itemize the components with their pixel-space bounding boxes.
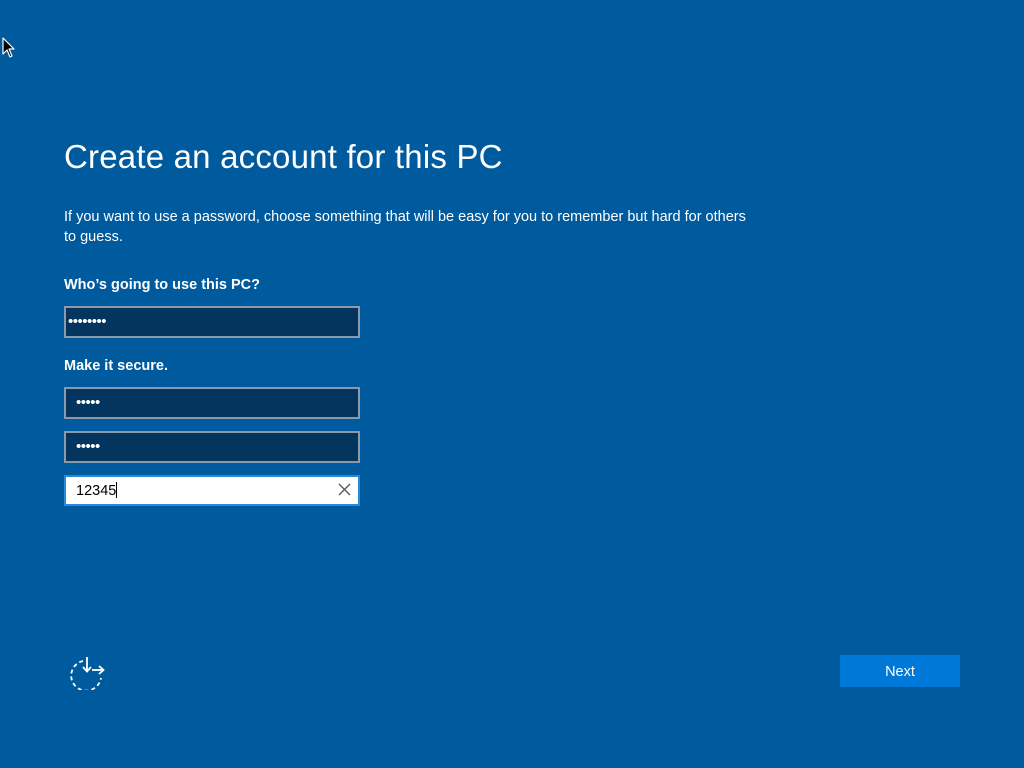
user-name-label: Who’s going to use this PC? [64, 277, 261, 293]
password-hint-field[interactable]: 12345 [64, 475, 360, 506]
make-it-secure-label: Make it secure. [64, 358, 168, 374]
password-confirm-field[interactable]: ••••• [64, 431, 360, 463]
text-caret [116, 482, 118, 498]
next-button[interactable]: Next [840, 655, 960, 687]
ease-of-access-icon[interactable] [68, 654, 108, 690]
password-confirm-value: ••••• [76, 438, 100, 455]
page-description: If you want to use a password, choose so… [64, 209, 746, 245]
username-value: •••••••• [68, 313, 107, 330]
password-hint-value: 12345 [76, 483, 117, 499]
close-icon[interactable] [334, 480, 354, 500]
password-value: ••••• [76, 394, 100, 411]
password-hint-input-row: 12345 [76, 482, 118, 500]
mouse-pointer-icon [2, 37, 15, 58]
page-title: Create an account for this PC [64, 138, 503, 175]
password-field[interactable]: ••••• [64, 387, 360, 419]
oobe-screen: Create an account for this PC If you wan… [0, 0, 1024, 768]
username-field[interactable]: •••••••• [64, 306, 360, 338]
